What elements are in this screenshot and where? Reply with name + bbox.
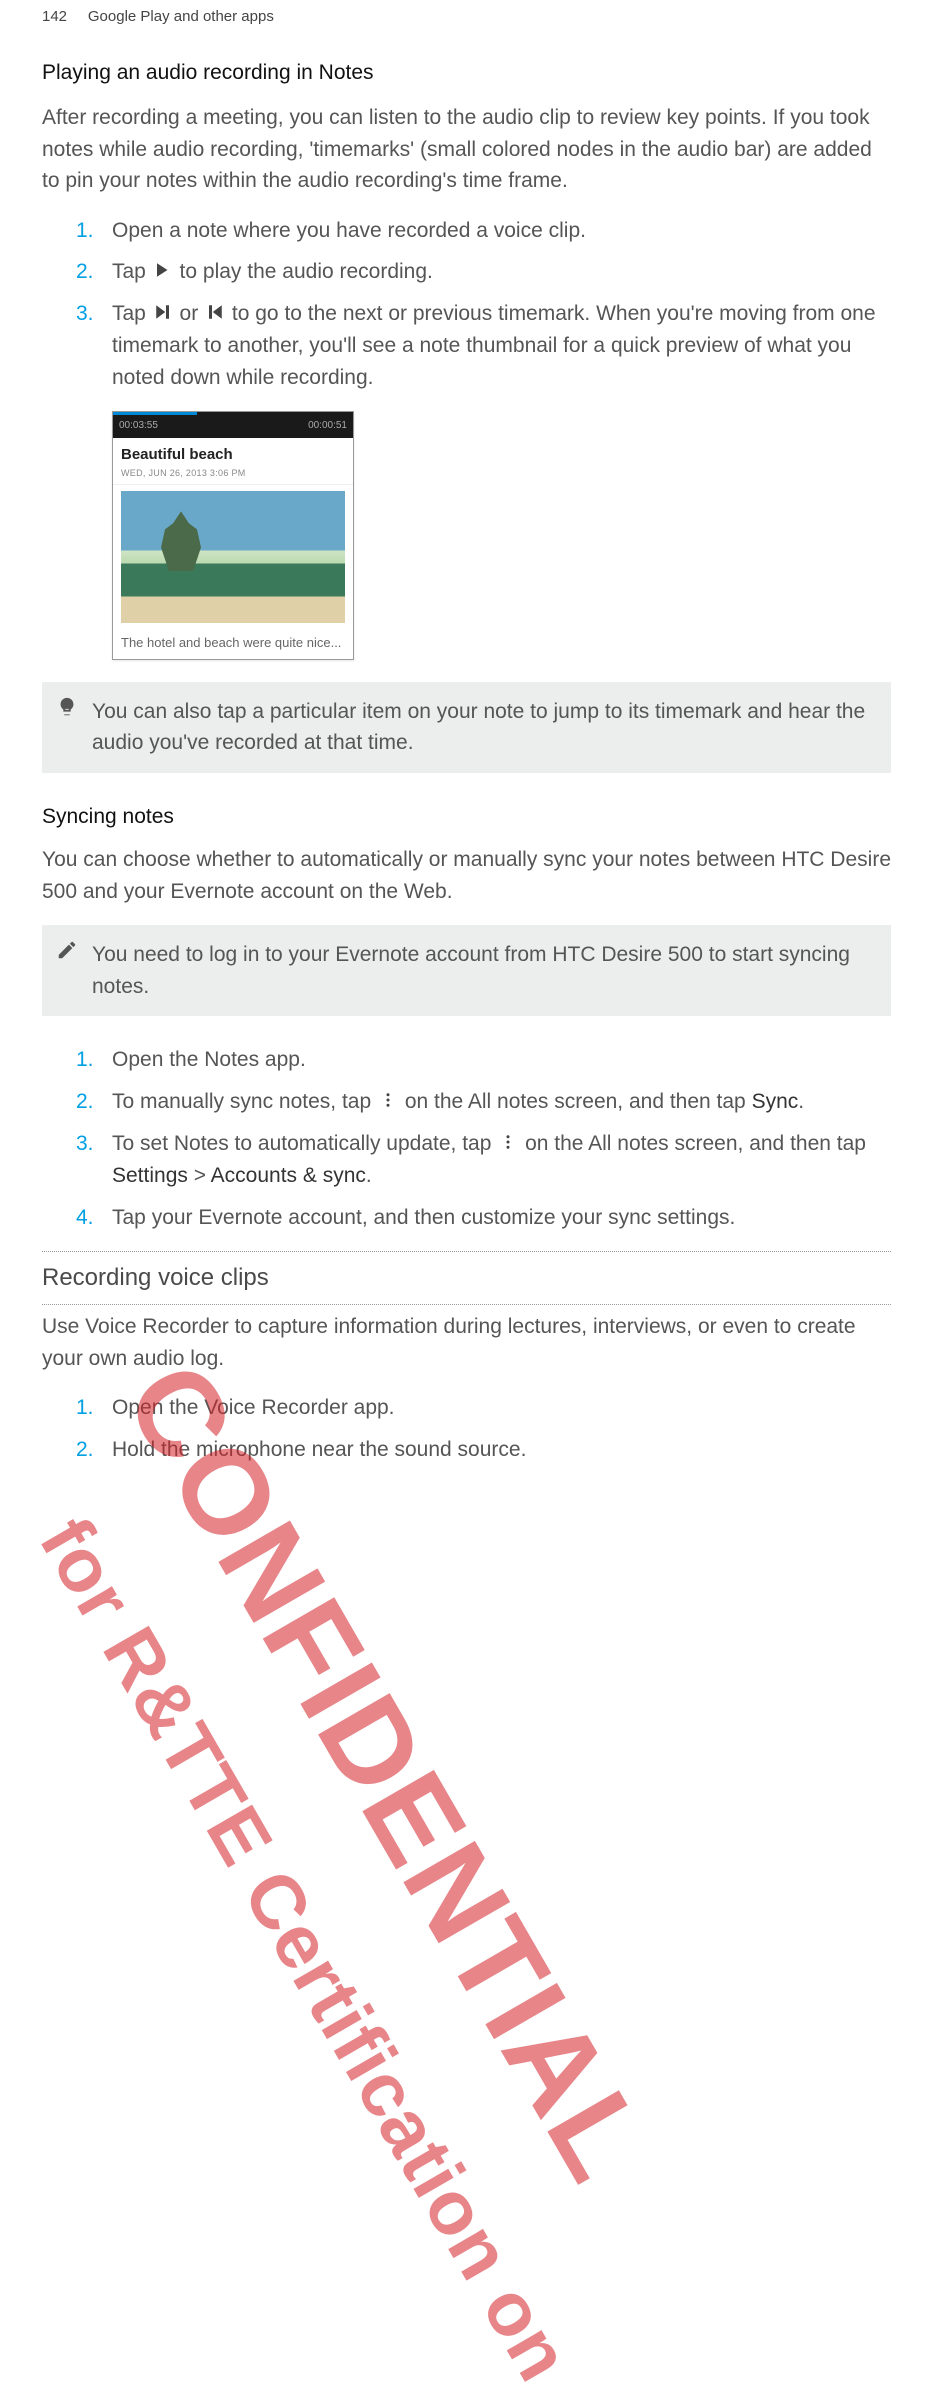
step-text: Open a note where you have recorded a vo… xyxy=(112,215,891,247)
step-text: Tap your Evernote account, and then cust… xyxy=(112,1202,891,1234)
chapter-title: Google Play and other apps xyxy=(88,8,274,25)
separator xyxy=(42,1304,891,1305)
section1-intro: After recording a meeting, you can liste… xyxy=(42,102,891,197)
section-title-syncing: Syncing notes xyxy=(42,801,891,833)
tip-text: You can also tap a particular item on yo… xyxy=(92,696,877,759)
lightbulb-icon xyxy=(56,696,80,728)
thumbnail-note-date: WED, JUN 26, 2013 3:06 PM xyxy=(121,467,345,481)
note-thumbnail-figure: 00:03:55 00:00:51 Beautiful beach WED, J… xyxy=(112,411,891,660)
step-text: To manually sync notes, tap on the All n… xyxy=(112,1086,891,1118)
step-number: 4. xyxy=(76,1202,94,1234)
step-number: 3. xyxy=(76,1128,94,1192)
audio-time-remaining: 00:00:51 xyxy=(308,418,347,433)
step-text: Hold the microphone near the sound sourc… xyxy=(112,1434,891,1466)
step-number: 1. xyxy=(76,215,94,247)
thumbnail-photo xyxy=(121,491,345,623)
menu-dots-icon xyxy=(379,1087,397,1119)
step-text: To set Notes to automatically update, ta… xyxy=(112,1128,891,1192)
note-callout: You need to log in to your Evernote acco… xyxy=(42,925,891,1016)
section2-intro: You can choose whether to automatically … xyxy=(42,844,891,907)
pencil-icon xyxy=(56,939,80,971)
section-title-playing: Playing an audio recording in Notes xyxy=(42,57,891,89)
prev-track-icon xyxy=(206,299,224,331)
step-text: Tap or to go to the next or previous tim… xyxy=(112,298,891,393)
separator xyxy=(42,1251,891,1252)
watermark-certification: for R&TTE Certification on xyxy=(10,1497,599,2403)
audio-bar: 00:03:55 00:00:51 xyxy=(113,412,353,438)
step-text: Open the Notes app. xyxy=(112,1044,891,1076)
menu-dots-icon xyxy=(499,1129,517,1161)
thumbnail-note-title: Beautiful beach xyxy=(121,444,345,467)
thumbnail-footer-text: The hotel and beach were quite nice... xyxy=(113,629,353,659)
next-track-icon xyxy=(154,299,172,331)
audio-time-elapsed: 00:03:55 xyxy=(119,418,158,433)
step-text: Open the Voice Recorder app. xyxy=(112,1392,891,1424)
section1-steps: 1. Open a note where you have recorded a… xyxy=(42,215,891,394)
step-number: 1. xyxy=(76,1392,94,1424)
section2-steps: 1. Open the Notes app. 2. To manually sy… xyxy=(42,1044,891,1233)
page-number: 142 xyxy=(42,8,67,25)
step-number: 2. xyxy=(76,256,94,288)
step-text: Tap to play the audio recording. xyxy=(112,256,891,288)
tip-callout: You can also tap a particular item on yo… xyxy=(42,682,891,773)
note-text: You need to log in to your Evernote acco… xyxy=(92,939,877,1002)
play-icon xyxy=(154,257,172,289)
page-header: 142 Google Play and other apps xyxy=(0,0,933,29)
step-number: 2. xyxy=(76,1434,94,1466)
section-title-recording: Recording voice clips xyxy=(42,1258,891,1298)
step-number: 1. xyxy=(76,1044,94,1076)
section3-steps: 1. Open the Voice Recorder app. 2. Hold … xyxy=(42,1392,891,1465)
section3-intro: Use Voice Recorder to capture informatio… xyxy=(42,1311,891,1374)
step-number: 3. xyxy=(76,298,94,393)
step-number: 2. xyxy=(76,1086,94,1118)
